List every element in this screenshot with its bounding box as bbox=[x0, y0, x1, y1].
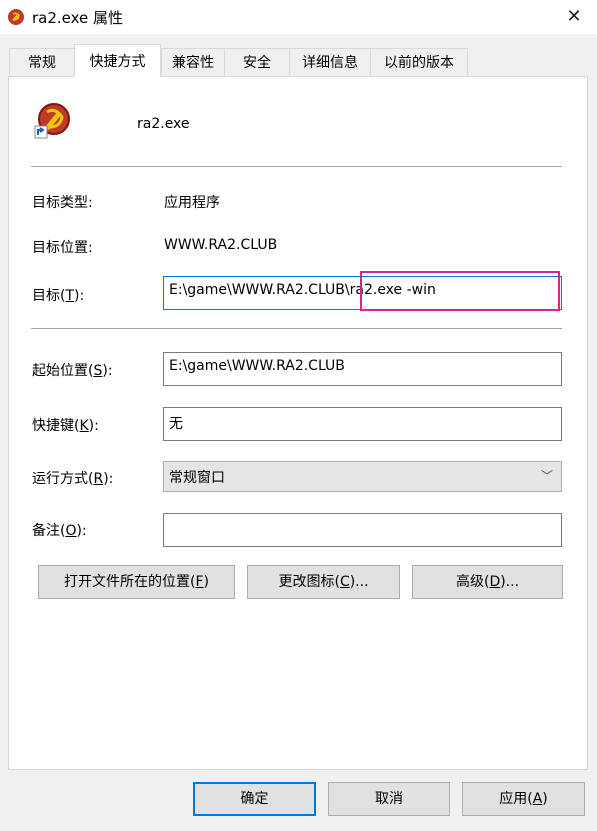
run-select[interactable]: 常规窗口 ﹀ bbox=[163, 461, 562, 492]
target-label: 目标(T): bbox=[32, 288, 85, 304]
tab-security[interactable]: 安全 bbox=[224, 48, 290, 76]
target-type-label: 目标类型: bbox=[32, 195, 93, 211]
comment-label: 备注(O): bbox=[32, 523, 87, 539]
comment-input[interactable] bbox=[163, 513, 562, 547]
tab-compatibility[interactable]: 兼容性 bbox=[161, 48, 225, 76]
target-location-label: 目标位置: bbox=[32, 240, 93, 256]
close-icon[interactable]: ✕ bbox=[561, 4, 587, 30]
run-select-value: 常规窗口 bbox=[169, 470, 225, 486]
change-icon-button[interactable]: 更改图标(C)... bbox=[247, 565, 400, 599]
open-file-location-button[interactable]: 打开文件所在的位置(F) bbox=[38, 565, 235, 599]
tab-details[interactable]: 详细信息 bbox=[289, 48, 371, 76]
run-label: 运行方式(R): bbox=[32, 471, 114, 487]
start-in-input[interactable]: E:\game\WWW.RA2.CLUB bbox=[163, 352, 562, 386]
start-in-label: 起始位置(S): bbox=[32, 363, 113, 379]
tab-shortcut[interactable]: 快捷方式 bbox=[74, 44, 161, 77]
separator bbox=[31, 328, 562, 329]
file-name: ra2.exe bbox=[137, 116, 190, 132]
app-icon bbox=[8, 9, 24, 25]
app-icon-large bbox=[34, 103, 70, 139]
cancel-button[interactable]: 取消 bbox=[328, 782, 450, 816]
target-type-value: 应用程序 bbox=[164, 195, 220, 211]
chevron-down-icon: ﹀ bbox=[540, 469, 553, 483]
title-bar: ra2.exe 属性 ✕ bbox=[0, 0, 597, 34]
separator bbox=[31, 166, 562, 167]
ok-button[interactable]: 确定 bbox=[193, 782, 316, 816]
tab-previous-versions[interactable]: 以前的版本 bbox=[370, 48, 468, 76]
hotkey-input[interactable]: 无 bbox=[163, 407, 562, 441]
target-location-value: WWW.RA2.CLUB bbox=[164, 237, 278, 253]
hotkey-label: 快捷键(K): bbox=[32, 418, 99, 434]
advanced-button[interactable]: 高级(D)... bbox=[412, 565, 563, 599]
tab-general[interactable]: 常规 bbox=[9, 48, 75, 76]
apply-button[interactable]: 应用(A) bbox=[462, 782, 585, 816]
window-title: ra2.exe 属性 bbox=[32, 9, 124, 27]
highlight-box bbox=[360, 271, 560, 311]
